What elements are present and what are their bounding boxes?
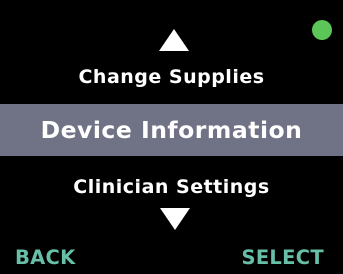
back-button[interactable]: BACK: [15, 244, 76, 272]
up-arrow-icon[interactable]: [159, 29, 189, 51]
menu-item-clinician-settings[interactable]: Clinician Settings: [0, 172, 343, 202]
menu-item-label: Device Information: [40, 116, 303, 144]
select-button[interactable]: SELECT: [241, 244, 324, 272]
menu-item-label: Change Supplies: [78, 66, 265, 88]
status-dot-icon: [312, 20, 332, 40]
menu-item-change-supplies[interactable]: Change Supplies: [0, 62, 343, 92]
device-screen: Change Supplies Device Information Clini…: [0, 0, 343, 274]
menu-item-label: Clinician Settings: [73, 176, 270, 198]
menu-item-device-information[interactable]: Device Information: [0, 104, 343, 156]
down-arrow-icon[interactable]: [160, 208, 190, 230]
